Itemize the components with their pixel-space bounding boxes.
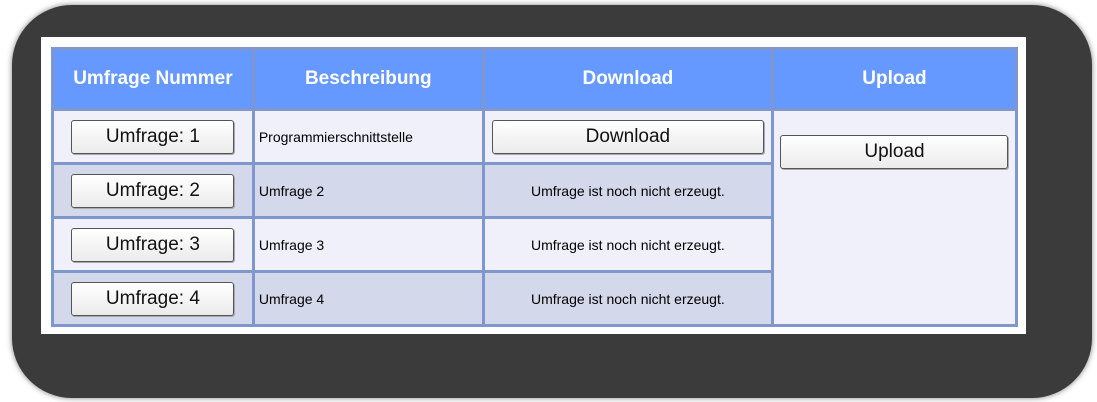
description-cell: Umfrage 4 (254, 273, 482, 324)
survey-cell: Umfrage: 2 (54, 165, 252, 216)
survey-table: Umfrage Nummer Beschreibung Download Upl… (51, 47, 1018, 327)
survey-4-button[interactable]: Umfrage: 4 (71, 281, 235, 316)
table-header-row: Umfrage Nummer Beschreibung Download Upl… (54, 50, 1015, 108)
description-cell: Umfrage 3 (254, 219, 482, 270)
download-status: Umfrage ist noch nicht erzeugt. (484, 273, 771, 324)
download-status: Umfrage ist noch nicht erzeugt. (484, 219, 771, 270)
description-cell: Umfrage 2 (254, 165, 482, 216)
survey-3-button[interactable]: Umfrage: 3 (71, 227, 235, 262)
survey-2-button[interactable]: Umfrage: 2 (71, 173, 235, 208)
survey-cell: Umfrage: 4 (54, 273, 252, 324)
survey-panel: Umfrage Nummer Beschreibung Download Upl… (41, 37, 1026, 334)
table-row: Umfrage: 1 Programmierschnittstelle Down… (54, 111, 1015, 324)
survey-1-button[interactable]: Umfrage: 1 (71, 119, 235, 154)
upload-cell: Upload (773, 111, 1015, 324)
header-survey-number: Umfrage Nummer (54, 50, 252, 108)
header-description: Beschreibung (254, 50, 482, 108)
upload-button[interactable]: Upload (780, 135, 1009, 169)
description-cell: Programmierschnittstelle (254, 111, 482, 162)
download-status: Umfrage ist noch nicht erzeugt. (484, 165, 771, 216)
header-upload: Upload (773, 50, 1015, 108)
survey-cell: Umfrage: 3 (54, 219, 252, 270)
download-cell: Download (484, 111, 771, 162)
header-download: Download (484, 50, 771, 108)
download-button[interactable]: Download (491, 119, 764, 154)
survey-cell: Umfrage: 1 (54, 111, 252, 162)
